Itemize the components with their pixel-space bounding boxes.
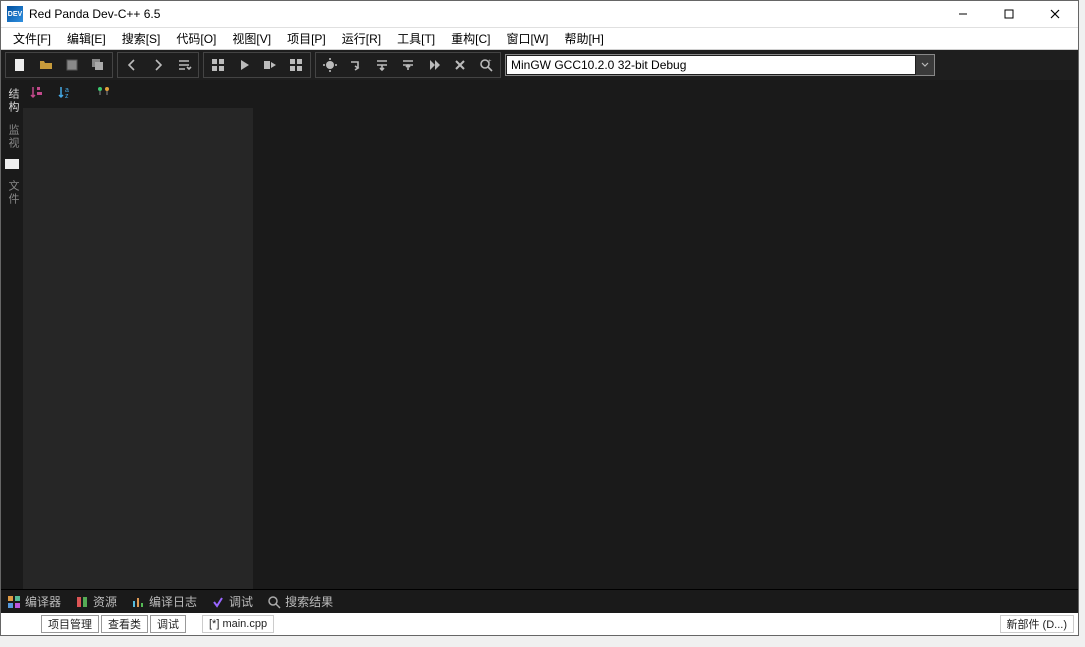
menu-file[interactable]: 文件[F] — [5, 28, 59, 49]
menu-refactor[interactable]: 重构[C] — [443, 28, 498, 49]
sidetab-file[interactable]: 文件 — [1, 176, 23, 210]
sidetab-watch-icon[interactable] — [4, 158, 20, 172]
save-icon[interactable] — [60, 53, 84, 77]
tab-compiler[interactable]: 编译器 — [7, 593, 61, 610]
tab-resource[interactable]: 资源 — [75, 593, 117, 610]
strip-tab-debug[interactable]: 调试 — [150, 615, 186, 633]
forward-icon[interactable] — [146, 53, 170, 77]
tab-compilelog[interactable]: 编译日志 — [131, 593, 197, 610]
menu-edit[interactable]: 编辑[E] — [59, 28, 114, 49]
tab-search[interactable]: 搜索结果 — [267, 593, 333, 610]
editor-area[interactable] — [253, 80, 1078, 589]
debug-tab-icon — [211, 595, 225, 609]
run-icon[interactable] — [232, 53, 256, 77]
compiler-tab-icon — [7, 595, 21, 609]
add-watch-icon[interactable]: + — [474, 53, 498, 77]
save-all-icon[interactable] — [86, 53, 110, 77]
bottom-strip: 项目管理 查看类 调试 [*] main.cpp 新部件 (D...) — [1, 613, 1078, 635]
structure-toolbar: az — [23, 80, 253, 104]
menu-view[interactable]: 视图[V] — [224, 28, 279, 49]
toolbar-nav-group — [117, 52, 199, 78]
central-area: 结构 监视 文件 az — [1, 80, 1078, 589]
goto-line-icon[interactable] — [172, 53, 196, 77]
back-icon[interactable] — [120, 53, 144, 77]
structure-panel: az — [23, 80, 253, 589]
compilelog-tab-icon — [131, 595, 145, 609]
compile-icon[interactable] — [206, 53, 230, 77]
menu-help[interactable]: 帮助[H] — [556, 28, 611, 49]
app-icon: DEV — [7, 6, 23, 22]
step-into-icon[interactable] — [370, 53, 394, 77]
menu-run[interactable]: 运行[R] — [334, 28, 389, 49]
menubar: 文件[F] 编辑[E] 搜索[S] 代码[O] 视图[V] 项目[P] 运行[R… — [1, 28, 1078, 50]
open-folder-icon[interactable] — [34, 53, 58, 77]
debug-icon[interactable] — [318, 53, 342, 77]
sidetab-structure[interactable]: 结构 — [1, 84, 23, 118]
resource-tab-icon — [75, 595, 89, 609]
compile-run-icon[interactable] — [258, 53, 282, 77]
window-title: Red Panda Dev-C++ 6.5 — [29, 7, 160, 21]
structure-list[interactable] — [23, 108, 253, 589]
compiler-selected-text: MinGW GCC10.2.0 32-bit Debug — [507, 56, 915, 74]
strip-right-box[interactable]: 新部件 (D...) — [1000, 615, 1075, 633]
strip-tab-project[interactable]: 项目管理 — [41, 615, 99, 633]
close-button[interactable] — [1032, 1, 1078, 28]
compiler-tab-label: 编译器 — [25, 593, 61, 610]
toolbar-debug-group: + — [315, 52, 501, 78]
menu-code[interactable]: 代码[O] — [168, 28, 224, 49]
toolbar: + MinGW GCC10.2.0 32-bit Debug — [1, 50, 1078, 80]
search-tab-icon — [267, 595, 281, 609]
strip-tab-classview[interactable]: 查看类 — [101, 615, 148, 633]
compiler-selector[interactable]: MinGW GCC10.2.0 32-bit Debug — [505, 54, 935, 76]
search-tab-label: 搜索结果 — [285, 593, 333, 610]
debug-tab-label: 调试 — [229, 593, 253, 610]
titlebar: DEV Red Panda Dev-C++ 6.5 — [1, 1, 1078, 28]
stop-debug-icon[interactable] — [448, 53, 472, 77]
menu-project[interactable]: 项目[P] — [279, 28, 334, 49]
rebuild-icon[interactable] — [284, 53, 308, 77]
bottom-tabs: 编译器 资源 编译日志 调试 搜索结果 — [1, 589, 1078, 613]
step-over-icon[interactable] — [344, 53, 368, 77]
strip-file-tab[interactable]: [*] main.cpp — [202, 615, 274, 633]
new-file-icon[interactable] — [8, 53, 32, 77]
toolbar-file-group — [5, 52, 113, 78]
chevron-down-icon[interactable] — [916, 55, 934, 75]
menu-tools[interactable]: 工具[T] — [389, 28, 443, 49]
step-out-icon[interactable] — [396, 53, 420, 77]
continue-icon[interactable] — [422, 53, 446, 77]
svg-text:z: z — [65, 93, 69, 100]
sort-by-type-icon[interactable] — [27, 82, 47, 102]
maximize-button[interactable] — [986, 1, 1032, 28]
menu-search[interactable]: 搜索[S] — [114, 28, 169, 49]
sort-alpha-icon[interactable]: az — [55, 82, 75, 102]
compilelog-tab-label: 编译日志 — [149, 593, 197, 610]
side-tabs: 结构 监视 文件 — [1, 80, 23, 589]
minimize-button[interactable] — [940, 1, 986, 28]
tab-debug[interactable]: 调试 — [211, 593, 253, 610]
main-window: DEV Red Panda Dev-C++ 6.5 文件[F] 编辑[E] 搜索… — [0, 0, 1079, 636]
resource-tab-label: 资源 — [93, 593, 117, 610]
sidetab-watch[interactable]: 监视 — [1, 120, 23, 154]
svg-text:+: + — [488, 59, 492, 65]
toolbar-run-group — [203, 52, 311, 78]
menu-window[interactable]: 窗口[W] — [498, 28, 556, 49]
class-view-icon[interactable] — [93, 82, 113, 102]
